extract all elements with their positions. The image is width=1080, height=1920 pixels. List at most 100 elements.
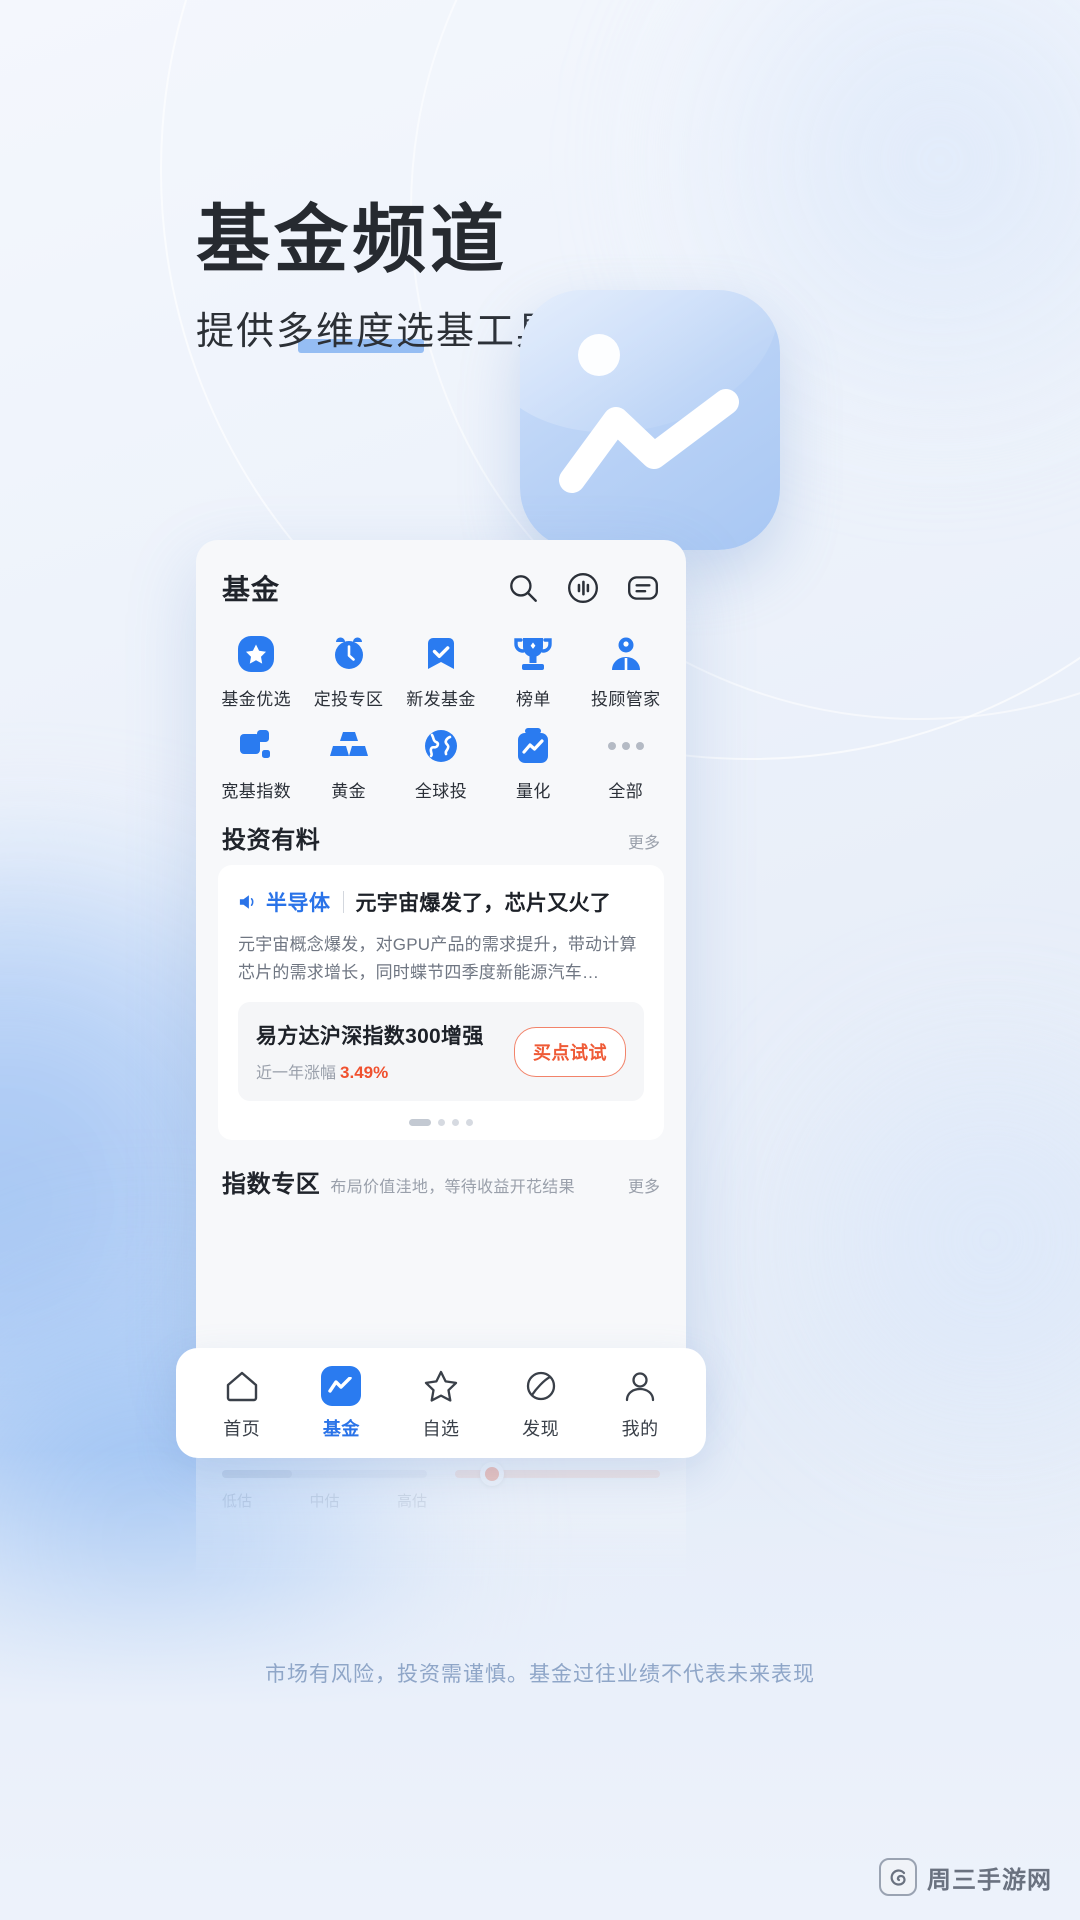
- shortcut-quant[interactable]: 量化: [487, 724, 579, 802]
- speaker-icon: [239, 895, 254, 909]
- search-icon[interactable]: [506, 571, 540, 605]
- fund-recommendation[interactable]: 易方达沪深指数300增强 近一年涨幅 3.49% 买点试试: [238, 1002, 644, 1102]
- pager-dot[interactable]: [452, 1119, 459, 1127]
- shortcut-label: 定投专区: [313, 690, 384, 709]
- insight-more-link[interactable]: 更多: [628, 829, 660, 853]
- shortcut-advisor[interactable]: 投顾管家: [580, 632, 672, 710]
- tab-label: 我的: [621, 1418, 659, 1439]
- index-more-link[interactable]: 更多: [628, 1173, 660, 1197]
- advisor-person-icon: [604, 632, 648, 676]
- tab-watchlist[interactable]: 自选: [398, 1366, 484, 1441]
- pager-dot[interactable]: [466, 1119, 473, 1127]
- tab-label: 首页: [223, 1418, 261, 1439]
- shortcut-label: 新发基金: [406, 690, 476, 709]
- tab-home[interactable]: 首页: [199, 1366, 285, 1441]
- squares-icon: [234, 724, 278, 768]
- carousel-pager[interactable]: [238, 1119, 644, 1127]
- app-header: 基金: [196, 540, 686, 614]
- tab-label: 发现: [522, 1418, 560, 1439]
- shortcut-auto-invest[interactable]: 定投专区: [302, 632, 394, 710]
- article-separator: [342, 891, 344, 913]
- insight-title-group: 投资有料: [222, 820, 320, 855]
- valuation-ticks: 低估 中估 高估: [222, 1490, 427, 1511]
- globe-icon: [419, 724, 463, 768]
- fund-name: 易方达沪深指数300增强: [256, 1025, 484, 1049]
- check-bookmark-icon: [419, 632, 463, 676]
- shortcut-new-fund[interactable]: 新发基金: [395, 632, 487, 710]
- shortcut-ranking[interactable]: 榜单: [487, 632, 579, 710]
- app-title: 基金: [222, 574, 281, 605]
- disclaimer-text: 市场有风险，投资需谨慎。基金过往业绩不代表未来表现: [265, 1663, 815, 1686]
- fund-info: 易方达沪深指数300增强 近一年涨幅 3.49%: [256, 1020, 484, 1083]
- insight-section-header: 投资有料 更多: [196, 806, 686, 865]
- spiral-logo-icon: [879, 1858, 917, 1896]
- more-dots-icon: [604, 724, 648, 768]
- shortcut-label: 榜单: [515, 690, 551, 709]
- shortcut-label: 基金优选: [221, 690, 291, 709]
- tab-profile[interactable]: 我的: [597, 1366, 683, 1441]
- buy-button[interactable]: 买点试试: [514, 1026, 626, 1077]
- shortcut-label: 全部: [608, 782, 644, 801]
- pager-dot[interactable]: [438, 1119, 445, 1127]
- shortcut-broad-index[interactable]: 宽基指数: [210, 724, 302, 802]
- logo-dot: [578, 334, 620, 376]
- article-headline: 元宇宙爆发了，芯片又火了: [355, 892, 612, 915]
- heat-bar-knob[interactable]: [479, 1462, 504, 1486]
- shortcut-fund-select[interactable]: 基金优选: [210, 632, 302, 710]
- tab-discover[interactable]: 发现: [498, 1366, 584, 1441]
- watermark-text: 周三手游网: [927, 1866, 1052, 1894]
- section-desc: 布局价值洼地，等待收益开花结果: [330, 1179, 575, 1197]
- hero-text: 基金频道 提供多维度选基工具: [196, 200, 556, 355]
- shortcut-global[interactable]: 全球投: [395, 724, 487, 802]
- tick-mid: 中估: [309, 1493, 340, 1510]
- shortcut-label: 投顾管家: [590, 690, 661, 709]
- tab-label: 自选: [422, 1418, 460, 1439]
- shortcut-label: 全球投: [414, 782, 468, 801]
- trophy-icon: [511, 632, 555, 676]
- tab-label: 基金: [322, 1418, 360, 1439]
- star-outline-icon: [423, 1366, 459, 1406]
- watermark: 周三手游网: [879, 1858, 1052, 1896]
- clipboard-chart-icon: [511, 724, 555, 768]
- fund-metric: 近一年涨幅 3.49%: [256, 1059, 484, 1083]
- shortcut-label: 量化: [515, 782, 551, 801]
- planet-icon: [523, 1366, 559, 1406]
- valuation-bar-fill: [222, 1470, 292, 1478]
- fund-chart-icon: [321, 1365, 362, 1406]
- fund-metric-label: 近一年涨幅: [256, 1065, 337, 1083]
- person-icon: [622, 1366, 658, 1406]
- shortcut-all[interactable]: 全部: [580, 724, 672, 802]
- bottom-tab-bar: 首页 基金 自选 发现 我的: [176, 1348, 706, 1458]
- heat-bar: [455, 1462, 660, 1486]
- article-body: 元宇宙概念爆发，对GPU产品的需求提升，带动计算芯片的需求增长，同时蝶节四季度新…: [238, 935, 637, 982]
- voice-icon[interactable]: [566, 571, 600, 605]
- page-subtitle: 提供多维度选基工具: [196, 310, 557, 353]
- article-tag[interactable]: 半导体: [266, 887, 331, 917]
- shortcut-label: 宽基指数: [221, 782, 291, 801]
- app-screen: 基金 基金优选 定投专区 新发基金 榜单 投顾管家 宽基指数 黄金 全球投 量化…: [196, 540, 686, 1380]
- home-icon: [224, 1366, 260, 1406]
- tab-fund[interactable]: 基金: [298, 1365, 384, 1441]
- hero-subtitle-wrap: 提供多维度选基工具: [196, 300, 556, 355]
- app-header-actions: [506, 571, 660, 605]
- article-title-row: 半导体 元宇宙爆发了，芯片又火了: [238, 887, 644, 917]
- page-title: 基金频道: [196, 198, 508, 281]
- fund-metric-value: 3.49%: [340, 1063, 389, 1083]
- alarm-clock-icon: [327, 632, 371, 676]
- star-badge-icon: [234, 632, 278, 676]
- message-icon[interactable]: [626, 571, 660, 605]
- pager-dot-active[interactable]: [409, 1119, 431, 1127]
- tick-high: 高估: [396, 1493, 427, 1510]
- index-section-header: 指数专区 布局价值洼地，等待收益开花结果 更多: [196, 1140, 686, 1209]
- fund-chart-icon: [559, 389, 739, 493]
- shortcut-label: 黄金: [331, 782, 366, 801]
- valuation-bar: [222, 1470, 427, 1478]
- tick-low: 低估: [222, 1493, 253, 1510]
- shortcut-grid: 基金优选 定投专区 新发基金 榜单 投顾管家 宽基指数 黄金 全球投 量化 全部: [196, 614, 686, 806]
- shortcut-gold[interactable]: 黄金: [302, 724, 394, 802]
- section-title: 指数专区: [222, 1171, 321, 1199]
- section-title: 投资有料: [222, 827, 321, 854]
- article-card[interactable]: 半导体 元宇宙爆发了，芯片又火了 元宇宙概念爆发，对GPU产品的需求提升，带动计…: [218, 865, 664, 1141]
- index-title-group: 指数专区 布局价值洼地，等待收益开花结果: [222, 1164, 575, 1199]
- gold-bars-icon: [327, 724, 371, 768]
